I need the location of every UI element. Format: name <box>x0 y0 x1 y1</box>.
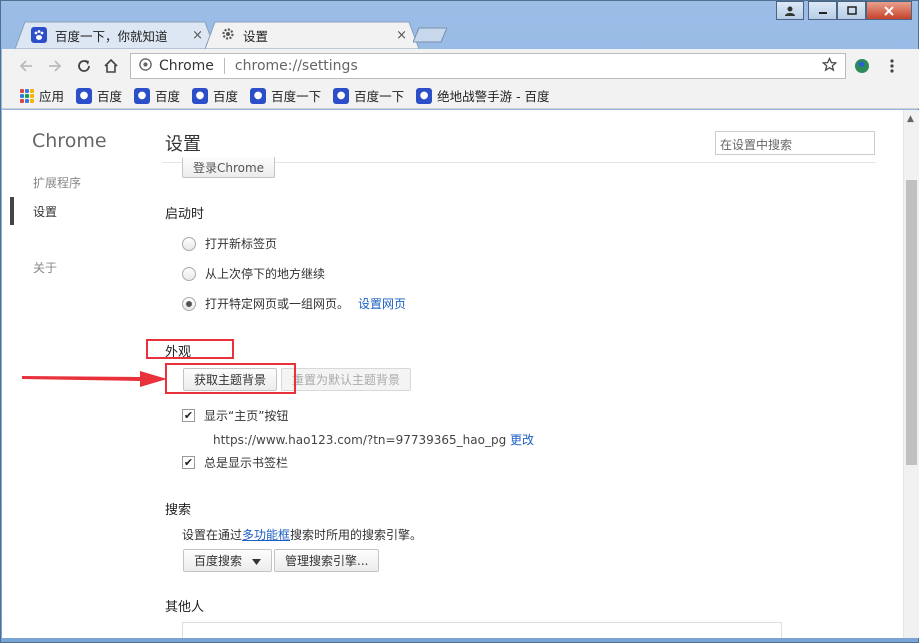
omnibox[interactable]: Chrome chrome://settings <box>130 53 846 79</box>
scrollbar[interactable]: ▲ <box>903 110 919 638</box>
toolbar: Chrome chrome://settings <box>2 49 919 83</box>
search-desc-text: 设置在通过 <box>182 528 243 542</box>
search-engine-select[interactable]: 百度搜索 <box>183 549 273 572</box>
startup-option-newtab[interactable]: 打开新标签页 <box>182 235 277 252</box>
bookmark-label: 百度 <box>97 89 123 104</box>
minimize-button[interactable] <box>808 1 837 20</box>
baidu-paw-icon: ● <box>250 87 267 104</box>
show-home-checkbox-row[interactable]: ✔ 显示“主页”按钮 <box>182 407 288 424</box>
startup-section-title: 启动时 <box>165 207 205 222</box>
bookmark-label: 绝地战警手游 - 百度 <box>437 89 550 104</box>
radio-button[interactable] <box>182 266 196 281</box>
radio-label: 从上次停下的地方继续 <box>205 267 326 281</box>
people-list-panel <box>182 622 782 638</box>
startup-option-specific[interactable]: 打开特定网页或一组网页。 设置网页 <box>182 295 406 312</box>
set-pages-link[interactable]: 设置网页 <box>358 295 406 312</box>
checkbox-checked[interactable]: ✔ <box>182 409 195 422</box>
bookmark-label: 百度 <box>213 89 239 104</box>
bookmark-item[interactable]: ● 百度一下 <box>333 86 404 105</box>
bookmark-label: 应用 <box>39 89 65 104</box>
sidebar-brand: Chrome <box>32 130 107 152</box>
baidu-paw-icon: ● <box>76 87 93 104</box>
bookmark-item[interactable]: ● 百度 <box>192 86 238 105</box>
page-title: 设置 <box>165 134 201 155</box>
reset-theme-button[interactable]: 重置为默认主题背景 <box>281 368 412 391</box>
startup-option-continue[interactable]: 从上次停下的地方继续 <box>182 265 325 282</box>
baidu-paw-icon: ● <box>134 87 151 104</box>
baidu-paw-icon: ● <box>333 87 350 104</box>
radio-label: 打开特定网页或一组网页。 <box>205 297 350 311</box>
radio-label: 打开新标签页 <box>205 237 278 251</box>
select-value: 百度搜索 <box>194 554 243 568</box>
browser-window: 百度一下，你就知道 × 设置 × Chrome chrome://setting… <box>0 0 919 643</box>
home-url: https://www.hao123.com/?tn=97739365_hao_… <box>213 433 507 447</box>
search-desc-text: 搜索时所用的搜索引擎。 <box>290 528 423 542</box>
bookmark-item[interactable]: ● 绝地战警手游 - 百度 <box>416 86 550 105</box>
annotation-arrow-icon <box>22 371 167 387</box>
new-tab-button[interactable] <box>413 27 447 43</box>
annotation-highlight-get-theme <box>165 363 296 394</box>
omnibox-separator <box>223 58 225 74</box>
extension-globe-icon[interactable] <box>852 56 872 76</box>
bookmark-label: 百度 <box>155 89 181 104</box>
tab-strip: 百度一下，你就知道 × 设置 × <box>15 21 895 49</box>
signin-button[interactable]: 登录Chrome <box>182 157 276 178</box>
home-icon[interactable] <box>101 56 121 76</box>
search-description: 设置在通过多功能框搜索时所用的搜索引擎。 <box>182 526 422 543</box>
bookmark-apps[interactable]: 应用 <box>20 86 64 105</box>
bookmark-label: 百度一下 <box>354 89 405 104</box>
omnibox-link[interactable]: 多功能框 <box>242 528 290 542</box>
tab-title: 百度一下，你就知道 <box>55 28 168 44</box>
bookmark-item[interactable]: ● 百度 <box>76 86 122 105</box>
baidu-paw-icon: ● <box>416 87 433 104</box>
close-button[interactable] <box>866 1 912 20</box>
tab-title: 设置 <box>243 28 269 44</box>
menu-kebab-icon[interactable] <box>882 56 902 76</box>
settings-search-input[interactable]: 在设置中搜索 <box>715 131 875 155</box>
tab-close-icon[interactable]: × <box>396 28 407 43</box>
annotation-highlight-appearance <box>146 339 234 359</box>
radio-button-selected[interactable] <box>182 296 196 311</box>
manage-search-engines-button[interactable]: 管理搜索引擎... <box>274 549 380 572</box>
sidebar-item-settings[interactable]: 设置 <box>33 203 57 220</box>
reload-icon[interactable] <box>74 56 94 76</box>
gear-icon <box>221 27 235 44</box>
bookmark-item[interactable]: ● 百度一下 <box>250 86 321 105</box>
chrome-page-icon <box>139 57 152 75</box>
search-section-title: 搜索 <box>165 503 192 518</box>
baidu-paw-icon: ● <box>192 87 209 104</box>
scroll-up-arrow-icon[interactable]: ▲ <box>907 114 914 124</box>
scroll-thumb[interactable] <box>906 180 917 465</box>
sidebar-item-about[interactable]: 关于 <box>33 259 57 276</box>
checkbox-label: 显示“主页”按钮 <box>204 409 289 423</box>
bookmark-item[interactable]: ● 百度 <box>134 86 180 105</box>
forward-arrow-icon[interactable] <box>45 56 65 76</box>
checkbox-checked[interactable]: ✔ <box>182 456 195 469</box>
maximize-button[interactable] <box>837 1 866 20</box>
tab-settings[interactable]: 设置 × <box>205 21 419 49</box>
sidebar-item-extensions[interactable]: 扩展程序 <box>33 174 81 191</box>
star-icon[interactable] <box>821 56 838 76</box>
show-bookmarks-checkbox-row[interactable]: ✔ 总是显示书签栏 <box>182 454 288 471</box>
sidebar-active-indicator <box>10 197 14 225</box>
radio-button[interactable] <box>182 236 196 251</box>
tab-close-icon[interactable]: × <box>192 28 203 43</box>
omnibox-site: Chrome <box>159 58 214 74</box>
back-arrow-icon[interactable] <box>16 56 36 76</box>
user-icon[interactable] <box>776 1 804 20</box>
dropdown-arrow-icon <box>252 554 262 568</box>
change-home-link[interactable]: 更改 <box>510 433 534 447</box>
tab-baidu[interactable]: 百度一下，你就知道 × <box>15 21 215 49</box>
people-section-title: 其他人 <box>165 600 205 615</box>
apps-grid-icon <box>20 88 34 103</box>
checkbox-label: 总是显示书签栏 <box>204 456 289 470</box>
settings-page: Chrome 扩展程序 设置 关于 设置 在设置中搜索 登录Chrome 启动时… <box>2 110 919 638</box>
window-controls <box>776 1 912 20</box>
bookmarks-bar: 应用 ● 百度 ● 百度 ● 百度 ● 百度一下 ● 百度一下 ● 绝地战警手游… <box>2 83 919 109</box>
baidu-paw-icon <box>31 27 47 43</box>
omnibox-url: chrome://settings <box>234 58 358 74</box>
bookmark-label: 百度一下 <box>271 89 322 104</box>
home-url-row: https://www.hao123.com/?tn=97739365_hao_… <box>213 431 534 448</box>
